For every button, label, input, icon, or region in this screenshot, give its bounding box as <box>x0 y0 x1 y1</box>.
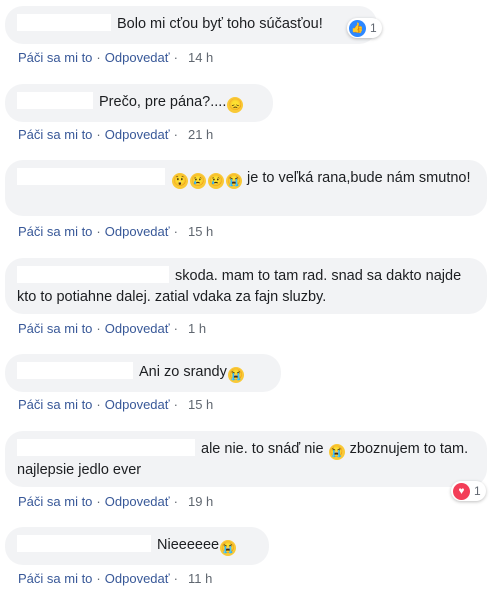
author-name-redacted[interactable] <box>17 535 151 552</box>
timestamp[interactable]: 15 h <box>188 397 213 412</box>
crying-face-icon: 😢 <box>190 173 206 189</box>
reaction-count[interactable]: 👍 1 <box>347 18 382 38</box>
comment-text: Bolo mi cťou byť toho súčasťou! <box>117 16 323 32</box>
comment: Bolo mi cťou byť toho súčasťou! 👍 1 <box>5 6 382 44</box>
author-name-redacted[interactable] <box>17 168 165 185</box>
comment-text: Nieeeeee <box>157 537 220 553</box>
like-link[interactable]: Páči sa mi to <box>18 224 92 239</box>
timestamp[interactable]: 11 h <box>188 571 212 586</box>
reply-link[interactable]: Odpovedať <box>105 50 170 65</box>
comment: ale nie. to snáď nie 😭 zboznujem to tam.… <box>5 431 487 501</box>
comment-actions: Páči sa mi to · Odpovedať · 19 h <box>18 494 214 509</box>
comment-bubble: Prečo, pre pána?.... 😞 <box>5 84 273 122</box>
like-link[interactable]: Páči sa mi to <box>18 571 92 586</box>
timestamp[interactable]: 14 h <box>188 50 213 65</box>
comment-bubble: Nieeeeee 😭 <box>5 527 269 565</box>
comment-actions: Páči sa mi to · Odpovedať · 11 h <box>18 571 213 586</box>
like-icon: 👍 <box>349 19 366 37</box>
heart-icon: ♥ <box>453 482 470 500</box>
reply-link[interactable]: Odpovedať <box>105 397 170 412</box>
author-name-redacted[interactable] <box>17 362 133 379</box>
timestamp[interactable]: 21 h <box>188 127 213 142</box>
comment-text: je to veľká rana,bude nám smutno! <box>247 170 471 186</box>
reply-link[interactable]: Odpovedať <box>105 224 170 239</box>
timestamp[interactable]: 15 h <box>188 224 213 239</box>
reply-link[interactable]: Odpovedať <box>105 494 170 509</box>
comment: skoda. mam to tam rad. snad sa dakto naj… <box>5 258 487 314</box>
author-name-redacted[interactable] <box>17 439 195 456</box>
comment-actions: Páči sa mi to · Odpovedať · 21 h <box>18 127 214 142</box>
reply-link[interactable]: Odpovedať <box>105 127 170 142</box>
like-link[interactable]: Páči sa mi to <box>18 50 92 65</box>
reaction-count[interactable]: ♥ 1 <box>451 481 486 501</box>
disappointed-face-icon: 😞 <box>227 97 244 113</box>
comment-actions: Páči sa mi to · Odpovedať · 1 h <box>18 321 207 336</box>
comment-text: Ani zo srandy <box>139 364 227 380</box>
loudly-crying-face-icon: 😭 <box>226 173 242 189</box>
comment: Nieeeeee 😭 <box>5 527 269 565</box>
astonished-face-icon: 😲 <box>172 173 188 189</box>
comment-bubble: 😲 😢 😢 😭 je to veľká rana,bude nám smutno! <box>5 160 487 216</box>
comment-bubble: Ani zo srandy 😭 <box>5 354 281 392</box>
reply-link[interactable]: Odpovedať <box>105 571 170 586</box>
loudly-crying-face-icon: 😭 <box>328 444 345 460</box>
author-name-redacted[interactable] <box>17 266 169 283</box>
author-name-redacted[interactable] <box>17 92 93 109</box>
timestamp[interactable]: 19 h <box>188 494 213 509</box>
comment: Ani zo srandy 😭 <box>5 354 281 392</box>
author-name-redacted[interactable] <box>17 14 111 31</box>
comment-text: Prečo, pre pána?.... <box>99 94 227 110</box>
comment-actions: Páči sa mi to · Odpovedať · 15 h <box>18 397 214 412</box>
like-link[interactable]: Páči sa mi to <box>18 494 92 509</box>
comment: Prečo, pre pána?.... 😞 <box>5 84 273 122</box>
like-link[interactable]: Páči sa mi to <box>18 321 92 336</box>
crying-face-icon: 😢 <box>208 173 224 189</box>
like-link[interactable]: Páči sa mi to <box>18 397 92 412</box>
reaction-count-value: 1 <box>370 21 377 35</box>
comment-bubble: Bolo mi cťou byť toho súčasťou! <box>5 6 377 44</box>
like-link[interactable]: Páči sa mi to <box>18 127 92 142</box>
comment-actions: Páči sa mi to · Odpovedať · 15 h <box>18 224 214 239</box>
comment-actions: Páči sa mi to · Odpovedať · 14 h <box>18 50 214 65</box>
loudly-crying-face-icon: 😭 <box>220 540 237 556</box>
timestamp[interactable]: 1 h <box>188 321 206 336</box>
comment-bubble: skoda. mam to tam rad. snad sa dakto naj… <box>5 258 487 314</box>
comment-text: ale nie. to snáď nie <box>201 441 324 457</box>
comment-bubble: ale nie. to snáď nie 😭 zboznujem to tam.… <box>5 431 487 487</box>
reaction-count-value: 1 <box>474 484 481 498</box>
reply-link[interactable]: Odpovedať <box>105 321 170 336</box>
loudly-crying-face-icon: 😭 <box>227 367 244 383</box>
comment: 😲 😢 😢 😭 je to veľká rana,bude nám smutno! <box>5 160 487 216</box>
